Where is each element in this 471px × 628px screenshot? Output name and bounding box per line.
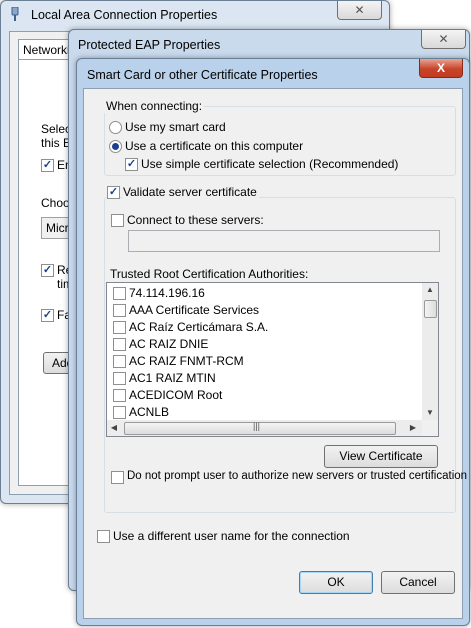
certificate-name: ACEDICOM Root — [129, 388, 223, 402]
smart-card-label[interactable]: Use my smart card — [125, 120, 226, 134]
checkbox[interactable]: ✓ — [41, 264, 54, 277]
simple-selection-label[interactable]: Use simple certificate selection (Recomm… — [141, 157, 398, 171]
ok-button[interactable]: OK — [299, 571, 373, 594]
scroll-thumb[interactable]: ||| — [124, 421, 396, 435]
certificate-list-item[interactable]: 74.114.196.16 — [111, 285, 411, 302]
certificate-list-item[interactable]: AC1 RAIZ MTIN — [111, 370, 411, 387]
certificate-properties-dialog: Smart Card or other Certificate Properti… — [76, 58, 470, 626]
validate-checkbox[interactable]: ✓ — [107, 186, 120, 199]
no-prompt-checkbox[interactable] — [111, 471, 124, 484]
certificate-checkbox[interactable] — [113, 389, 126, 402]
certificate-checkbox[interactable] — [113, 321, 126, 334]
smart-card-radio[interactable] — [109, 121, 122, 134]
checkbox[interactable]: ✓ — [41, 309, 54, 322]
certificate-name: 74.114.196.16 — [129, 286, 205, 300]
different-user-checkbox[interactable] — [97, 530, 110, 543]
servers-input[interactable] — [128, 230, 440, 252]
certificate-list-item[interactable]: AC Raíz Certicámara S.A. — [111, 319, 411, 336]
connect-servers-label[interactable]: Connect to these servers: — [127, 213, 264, 227]
network-icon — [11, 6, 19, 21]
scrollbar-corner — [422, 420, 438, 436]
scroll-up-icon[interactable]: ▲ — [422, 285, 438, 294]
certificate-name: AC Raíz Certicámara S.A. — [129, 320, 269, 334]
certificate-list-item[interactable]: AC RAIZ DNIE — [111, 336, 411, 353]
window-title: Protected EAP Properties — [78, 38, 221, 52]
certificate-checkbox[interactable] — [113, 304, 126, 317]
scroll-thumb[interactable] — [424, 300, 437, 318]
certificate-name: AC RAIZ DNIE — [129, 337, 209, 351]
validate-label[interactable]: Validate server certificate — [123, 185, 259, 199]
certificate-name: ACNLB — [129, 405, 170, 419]
scroll-right-icon[interactable]: ▶ — [408, 423, 418, 432]
certificate-list-item[interactable]: AAA Certificate Services — [111, 302, 411, 319]
close-button[interactable]: ✕ — [421, 30, 466, 49]
dialog-client-area: When connecting: Use my smart card Use a… — [83, 88, 467, 619]
close-icon: ✕ — [438, 32, 449, 46]
window-title: Local Area Connection Properties — [31, 8, 218, 22]
certificate-label[interactable]: Use a certificate on this computer — [125, 139, 303, 153]
certificate-list-item[interactable]: ACEDICOM Root — [111, 387, 411, 404]
certificate-checkbox[interactable] — [113, 338, 126, 351]
no-prompt-label[interactable]: Do not prompt user to authorize new serv… — [127, 470, 467, 482]
close-icon: X — [436, 61, 445, 75]
horizontal-scrollbar[interactable]: ◀ ||| ▶ — [107, 420, 422, 436]
dialog-title: Smart Card or other Certificate Properti… — [87, 68, 318, 82]
when-connecting-label: When connecting: — [104, 99, 205, 113]
trusted-root-label: Trusted Root Certification Authorities: — [110, 267, 309, 281]
certificate-checkbox[interactable] — [113, 372, 126, 385]
certificate-checkbox[interactable] — [113, 287, 126, 300]
grip-icon: ||| — [253, 421, 261, 431]
certificate-radio[interactable] — [109, 140, 122, 153]
certificate-name: AAA Certificate Services — [129, 303, 260, 317]
connect-servers-checkbox[interactable] — [111, 214, 124, 227]
certificate-list-item[interactable]: AC RAIZ FNMT-RCM — [111, 353, 411, 370]
certificate-name: AC1 RAIZ MTIN — [129, 371, 216, 385]
simple-selection-checkbox[interactable]: ✓ — [125, 158, 138, 171]
close-button[interactable]: X — [419, 59, 463, 78]
certificate-list-item[interactable]: ACNLB — [111, 404, 411, 421]
enable-checkbox[interactable]: ✓ — [41, 159, 54, 172]
close-button[interactable]: ✕ — [337, 1, 382, 20]
certificate-checkbox[interactable] — [113, 406, 126, 419]
scroll-left-icon[interactable]: ◀ — [109, 423, 119, 432]
certificate-list-rows: 74.114.196.16 AAA Certificate Services AC … — [107, 283, 422, 420]
certificate-checkbox[interactable] — [113, 355, 126, 368]
vertical-scrollbar[interactable]: ▲ ▼ — [422, 283, 438, 420]
close-icon: ✕ — [354, 3, 365, 17]
scroll-down-icon[interactable]: ▼ — [422, 408, 438, 417]
certificate-list[interactable]: 74.114.196.16 AAA Certificate Services AC … — [106, 282, 439, 437]
view-certificate-button[interactable]: View Certificate — [324, 445, 438, 468]
different-user-label[interactable]: Use a different user name for the connec… — [113, 529, 350, 543]
certificate-name: AC RAIZ FNMT-RCM — [129, 354, 244, 368]
cancel-button[interactable]: Cancel — [381, 571, 455, 594]
